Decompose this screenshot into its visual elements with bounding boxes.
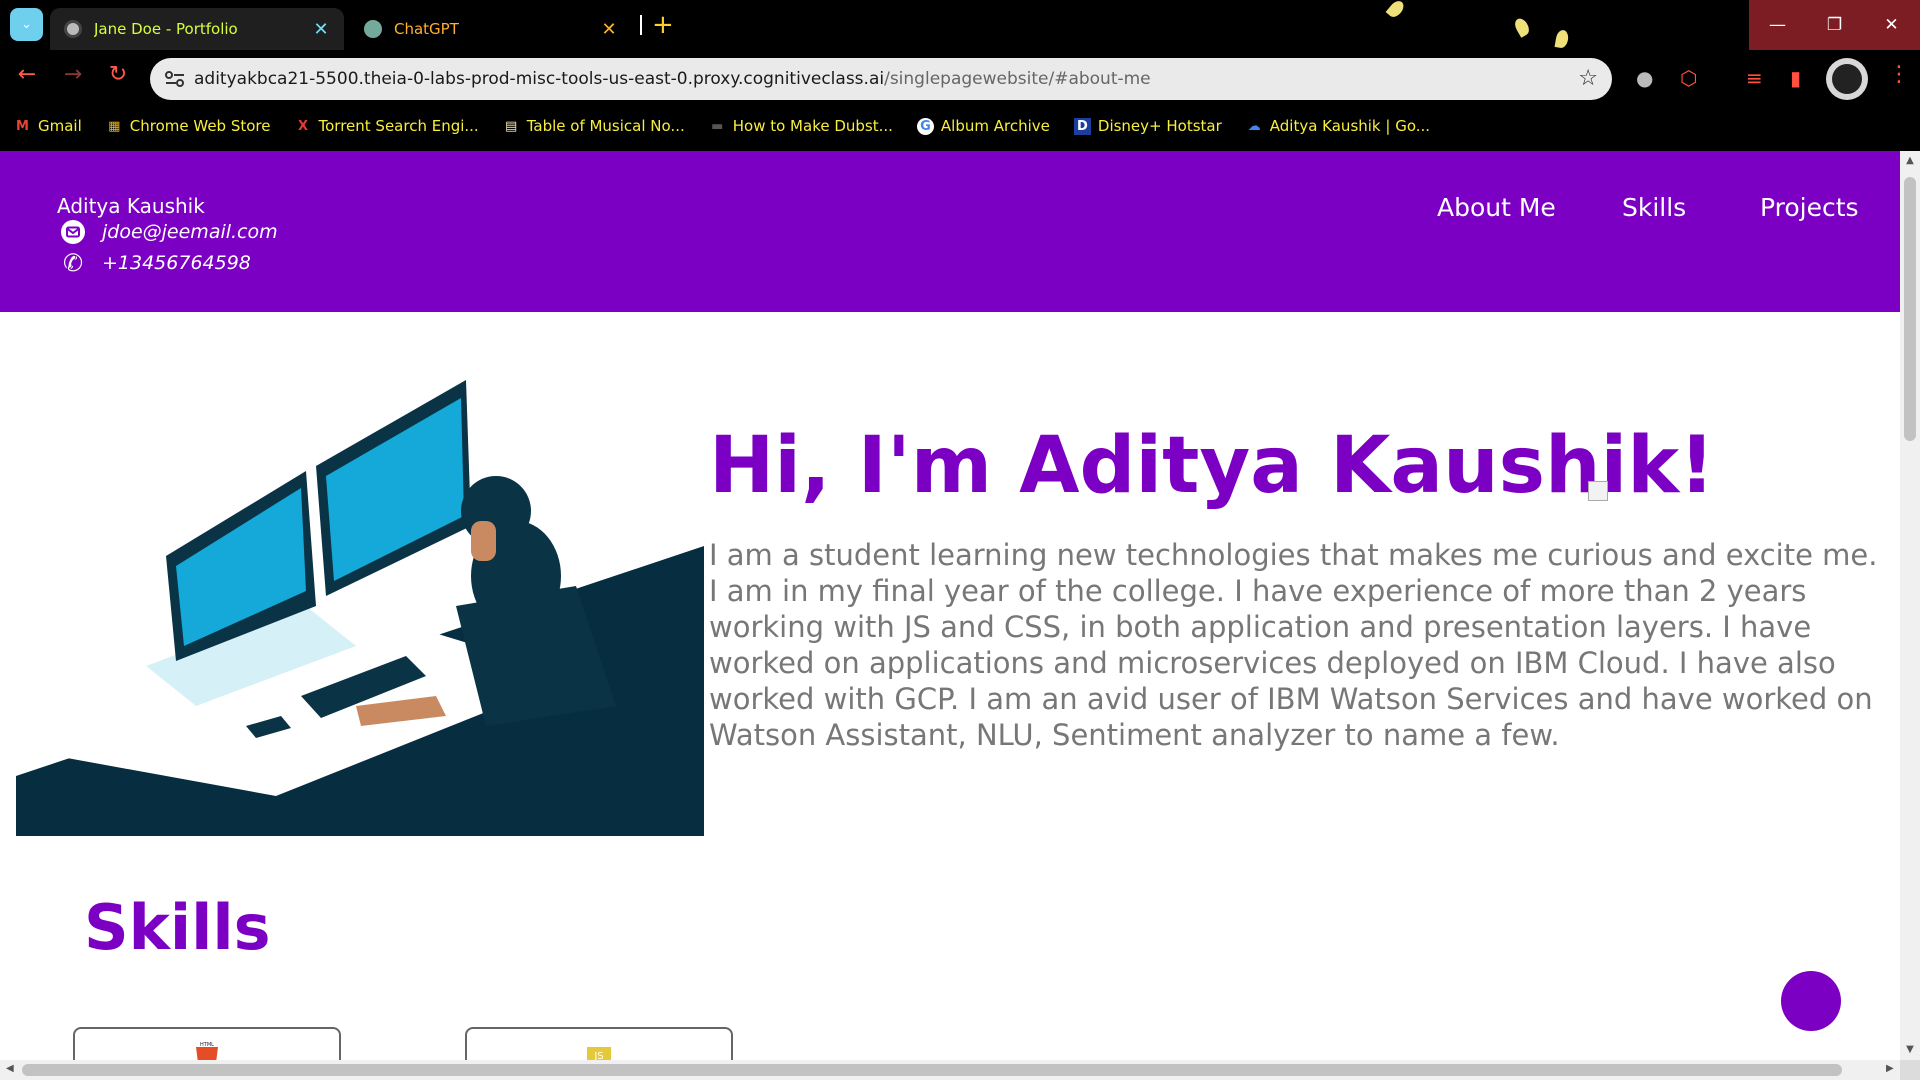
phone-icon: ✆	[62, 249, 84, 277]
scroll-right-icon[interactable]: ▶	[1886, 1063, 1894, 1074]
bookmark-label: How to Make Dubst...	[732, 117, 893, 135]
theme-decoration	[1554, 29, 1570, 49]
extension-icon[interactable]: ●	[1636, 66, 1653, 90]
avatar	[1832, 64, 1862, 94]
bookmark-item[interactable]: X Torrent Search Engi...	[295, 117, 479, 135]
tab-title: Jane Doe - Portfolio	[94, 20, 238, 38]
address-bar[interactable]: adityakbca21-5500.theia-0-labs-prod-misc…	[150, 58, 1612, 100]
site-name: Aditya Kaushik	[57, 194, 205, 218]
hotstar-icon: D	[1073, 117, 1091, 135]
svg-text:JS: JS	[593, 1051, 603, 1060]
bookmark-label: Table of Musical No...	[526, 117, 685, 135]
bookmark-label: Album Archive	[940, 117, 1050, 135]
bookmark-item[interactable]: ▤ Table of Musical No...	[503, 117, 685, 135]
media-control-icon[interactable]: ≡	[1746, 66, 1763, 90]
floating-action-button[interactable]	[1781, 971, 1841, 1031]
url-host: adityakbca21-5500.theia-0-labs-prod-misc…	[194, 69, 885, 89]
forward-icon[interactable]: →	[58, 62, 88, 87]
nav-skills[interactable]: Skills	[1622, 193, 1686, 222]
broken-image-icon	[1588, 481, 1608, 501]
site-icon: ▬	[711, 118, 724, 134]
new-tab-button[interactable]: +	[652, 10, 674, 40]
svg-text:HTML: HTML	[200, 1042, 214, 1048]
scroll-left-icon[interactable]: ◀	[6, 1063, 14, 1074]
scroll-thumb[interactable]	[1904, 177, 1916, 441]
minimize-icon[interactable]: —	[1749, 0, 1806, 50]
nav-about-me[interactable]: About Me	[1437, 193, 1556, 222]
bookmark-star-icon[interactable]: ☆	[1578, 66, 1598, 91]
reload-icon[interactable]: ↻	[103, 62, 133, 87]
back-icon[interactable]: ←	[12, 62, 42, 87]
url-path: /singlepagewebsite/#about-me	[884, 69, 1151, 89]
page-viewport: Aditya Kaushik jdoe@jeemail.com ✆ +13456…	[0, 151, 1900, 1060]
tab-separator	[640, 15, 642, 35]
document-icon: ▤	[505, 118, 518, 134]
bookmarks-bar: M Gmail ▦ Chrome Web Store X Torrent Sea…	[14, 112, 1454, 140]
phone-text: +13456764598	[102, 252, 251, 274]
close-tab-icon[interactable]: ✕	[312, 19, 330, 40]
bookmark-label: Torrent Search Engi...	[318, 117, 479, 135]
skills-heading: Skills	[84, 891, 271, 964]
tab-title: ChatGPT	[394, 20, 459, 38]
developer-illustration	[16, 380, 704, 836]
hero-title: Hi, I'm Aditya Kaushik!	[709, 421, 1715, 511]
tab-search-button[interactable]: ⌄	[10, 8, 43, 41]
close-window-icon[interactable]: ✕	[1863, 0, 1920, 50]
bookmark-label: Gmail	[38, 117, 82, 135]
scroll-up-icon[interactable]: ▲	[1904, 155, 1916, 166]
tab-chatgpt[interactable]: ChatGPT ✕	[350, 8, 632, 50]
google-icon: G	[916, 117, 934, 135]
browser-window: ⌄ Jane Doe - Portfolio ✕ ChatGPT ✕ + — ❐…	[0, 0, 1920, 1080]
phone-contact[interactable]: ✆ +13456764598	[60, 249, 251, 277]
envelope-icon	[60, 219, 86, 245]
tab-portfolio[interactable]: Jane Doe - Portfolio ✕	[50, 8, 344, 50]
bookmark-label: Aditya Kaushik | Go...	[1269, 117, 1431, 135]
javascript-logo-icon: JS	[587, 1047, 611, 1060]
chevron-down-icon: ⌄	[21, 17, 32, 32]
about-text: I am a student learning new technologies…	[709, 538, 1878, 752]
skill-card-html[interactable]: HTML	[73, 1027, 341, 1060]
bookmark-item[interactable]: G Album Archive	[916, 117, 1050, 135]
kebab-menu-icon[interactable]: ⋮	[1888, 62, 1910, 87]
globe-icon	[64, 20, 82, 38]
puzzle-extension-icon[interactable]: ⬡	[1680, 66, 1697, 90]
bookmark-item[interactable]: M Gmail	[14, 117, 82, 135]
horizontal-scrollbar[interactable]: ◀ ▶	[0, 1060, 1900, 1080]
email-text: jdoe@jeemail.com	[102, 221, 278, 243]
scrollbar-corner	[1900, 1060, 1920, 1080]
torrent-x-icon: X	[297, 118, 309, 134]
bookmark-label: Disney+ Hotstar	[1097, 117, 1222, 135]
skill-card-js[interactable]: JS	[465, 1027, 733, 1060]
chrome-web-store-icon: ▦	[108, 118, 121, 134]
bookmark-item[interactable]: D Disney+ Hotstar	[1073, 117, 1222, 135]
chatgpt-icon	[364, 20, 382, 38]
bookmark-item[interactable]: ▦ Chrome Web Store	[106, 117, 271, 135]
restore-icon[interactable]: ❐	[1806, 0, 1863, 50]
bookmark-item[interactable]: ☁ Aditya Kaushik | Go...	[1246, 117, 1430, 135]
html5-logo-icon: HTML	[196, 1042, 218, 1060]
google-cloud-icon: ☁	[1247, 118, 1261, 134]
email-contact[interactable]: jdoe@jeemail.com	[60, 219, 278, 245]
tab-strip: ⌄ Jane Doe - Portfolio ✕ ChatGPT ✕ + — ❐…	[0, 0, 1920, 50]
close-tab-icon[interactable]: ✕	[600, 19, 618, 40]
scroll-thumb[interactable]	[22, 1064, 1842, 1076]
site-settings-icon[interactable]	[164, 69, 186, 89]
side-panel-icon[interactable]: ▮	[1790, 66, 1801, 90]
window-controls: — ❐ ✕	[1749, 0, 1920, 50]
profile-avatar[interactable]	[1826, 58, 1868, 100]
theme-decoration	[1385, 0, 1407, 20]
gmail-icon: M	[16, 118, 29, 134]
vertical-scrollbar[interactable]: ▲ ▼	[1900, 151, 1920, 1060]
nav-projects[interactable]: Projects	[1760, 193, 1859, 222]
site-header: Aditya Kaushik jdoe@jeemail.com ✆ +13456…	[0, 151, 1900, 312]
theme-decoration	[1512, 16, 1532, 38]
bookmark-item[interactable]: ▬ How to Make Dubst...	[709, 117, 893, 135]
bookmark-label: Chrome Web Store	[129, 117, 271, 135]
scroll-down-icon[interactable]: ▼	[1904, 1044, 1916, 1055]
